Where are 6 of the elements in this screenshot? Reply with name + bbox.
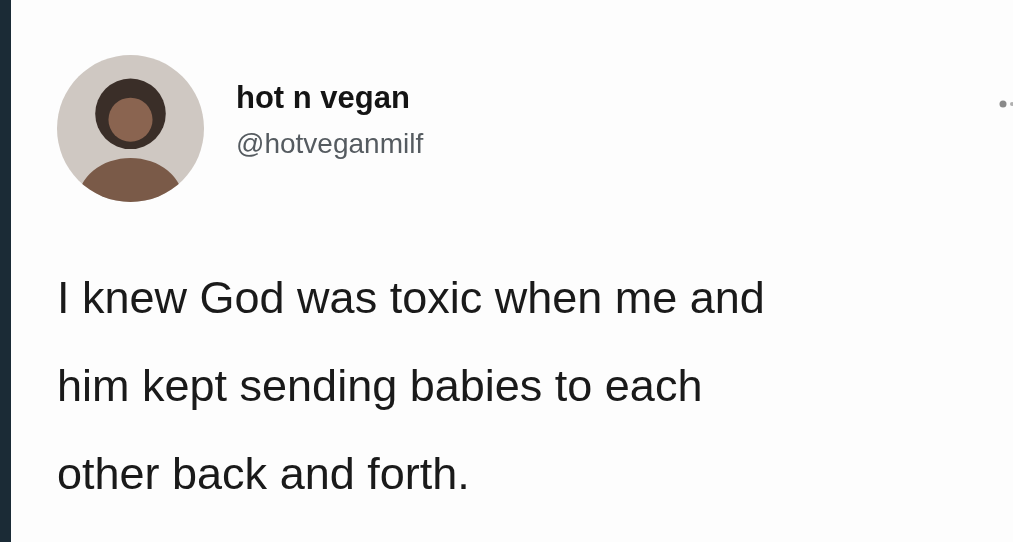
more-icon[interactable] xyxy=(999,100,1013,108)
tweet-text-line: other back and forth. xyxy=(57,447,470,501)
display-name: hot n vegan xyxy=(236,81,411,116)
tweet-text-line: him kept sending babies to each xyxy=(57,359,703,413)
username: @hotveganmilf xyxy=(236,129,424,160)
tweet-text-line: I knew God was toxic when me and xyxy=(57,271,765,325)
